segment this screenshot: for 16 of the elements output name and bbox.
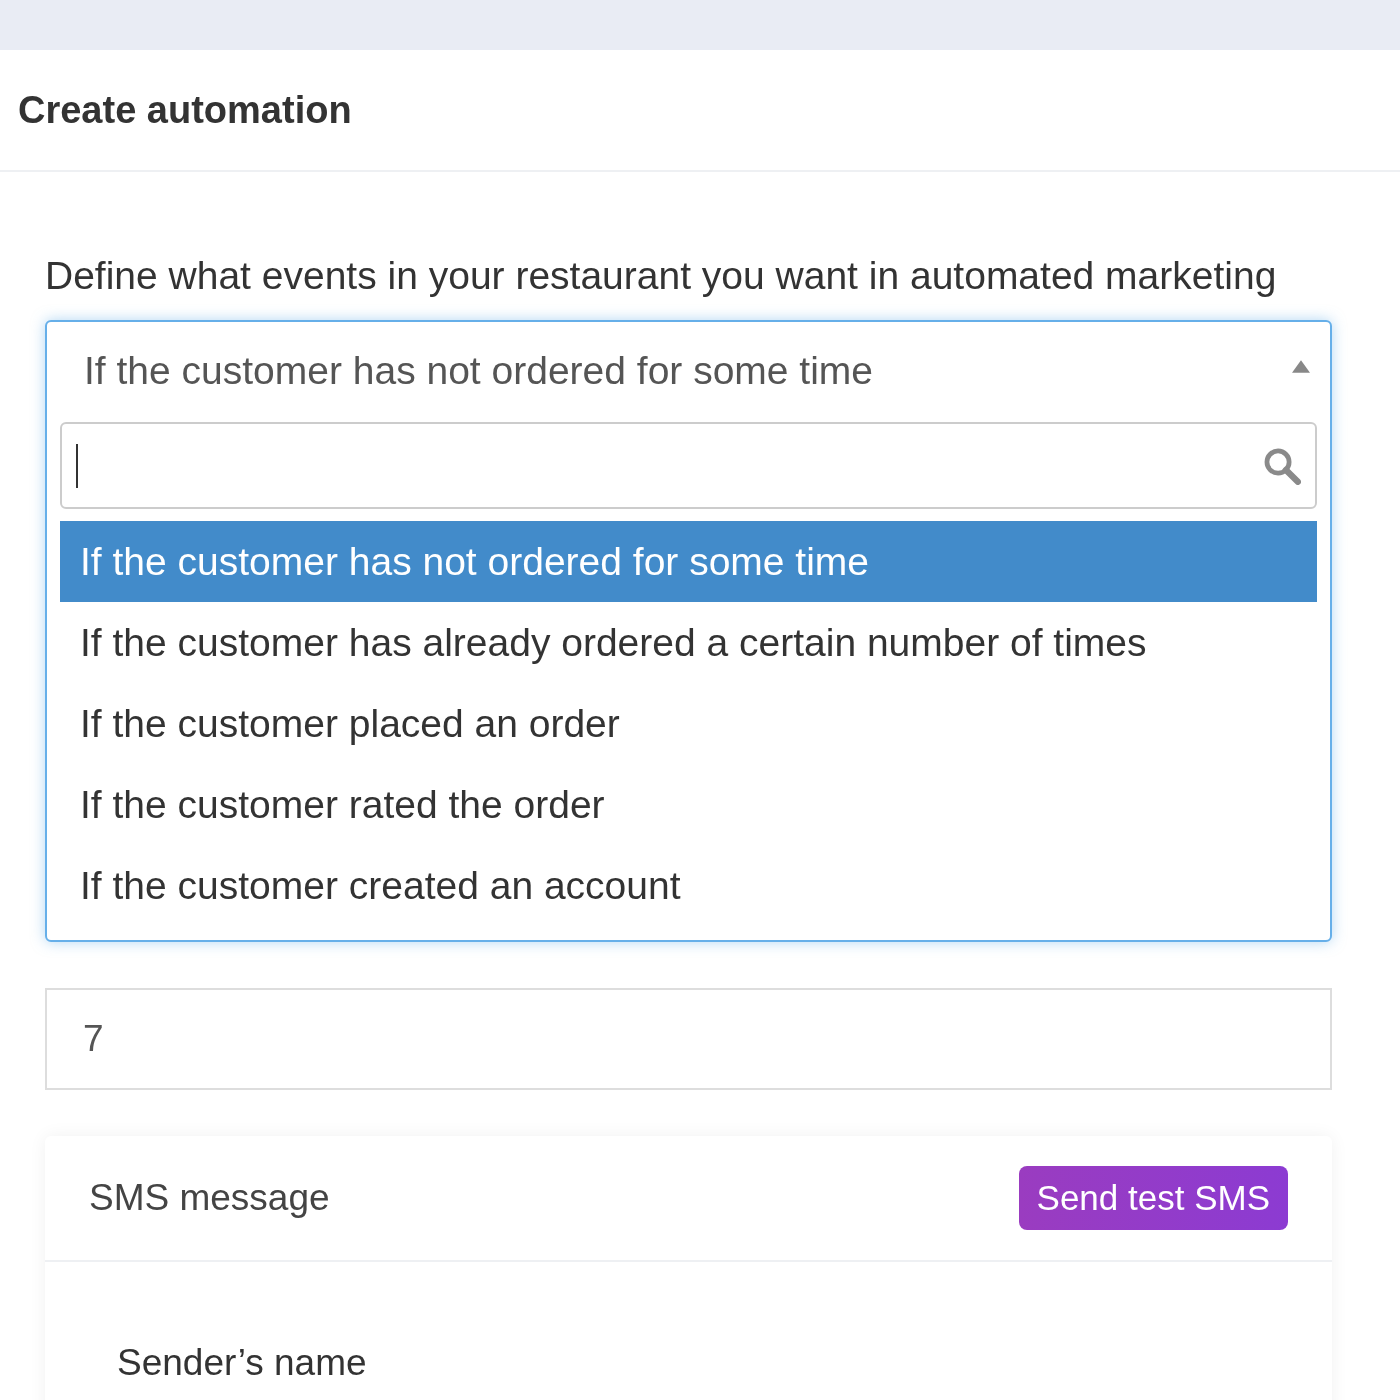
dropdown-option[interactable]: If the customer created an account bbox=[60, 845, 1317, 926]
dropdown-option[interactable]: If the customer rated the order bbox=[60, 764, 1317, 845]
field-label: Sender’s name bbox=[117, 1342, 367, 1383]
caret-up-icon[interactable] bbox=[1292, 359, 1310, 373]
text-cursor bbox=[76, 443, 78, 488]
send-test-sms-button[interactable]: Send test SMS bbox=[1018, 1166, 1288, 1230]
search-field[interactable] bbox=[60, 422, 1317, 509]
dropdown-option[interactable]: If the customer placed an order bbox=[60, 683, 1317, 764]
selected-value[interactable]: If the customer has not ordered for some time bbox=[84, 349, 874, 393]
page-title: Create automation bbox=[18, 88, 352, 132]
field-label: Define what events in your restaurant you want in automated marketing bbox=[45, 254, 1278, 298]
search-icon bbox=[1263, 446, 1301, 485]
days-input[interactable]: 7 bbox=[45, 988, 1332, 1090]
dropdown-option[interactable]: If the customer has not ordered for some time bbox=[60, 521, 1317, 602]
card-title: SMS message bbox=[89, 1177, 330, 1219]
dropdown-option[interactable]: If the customer has already ordered a certain number of times bbox=[60, 602, 1317, 683]
